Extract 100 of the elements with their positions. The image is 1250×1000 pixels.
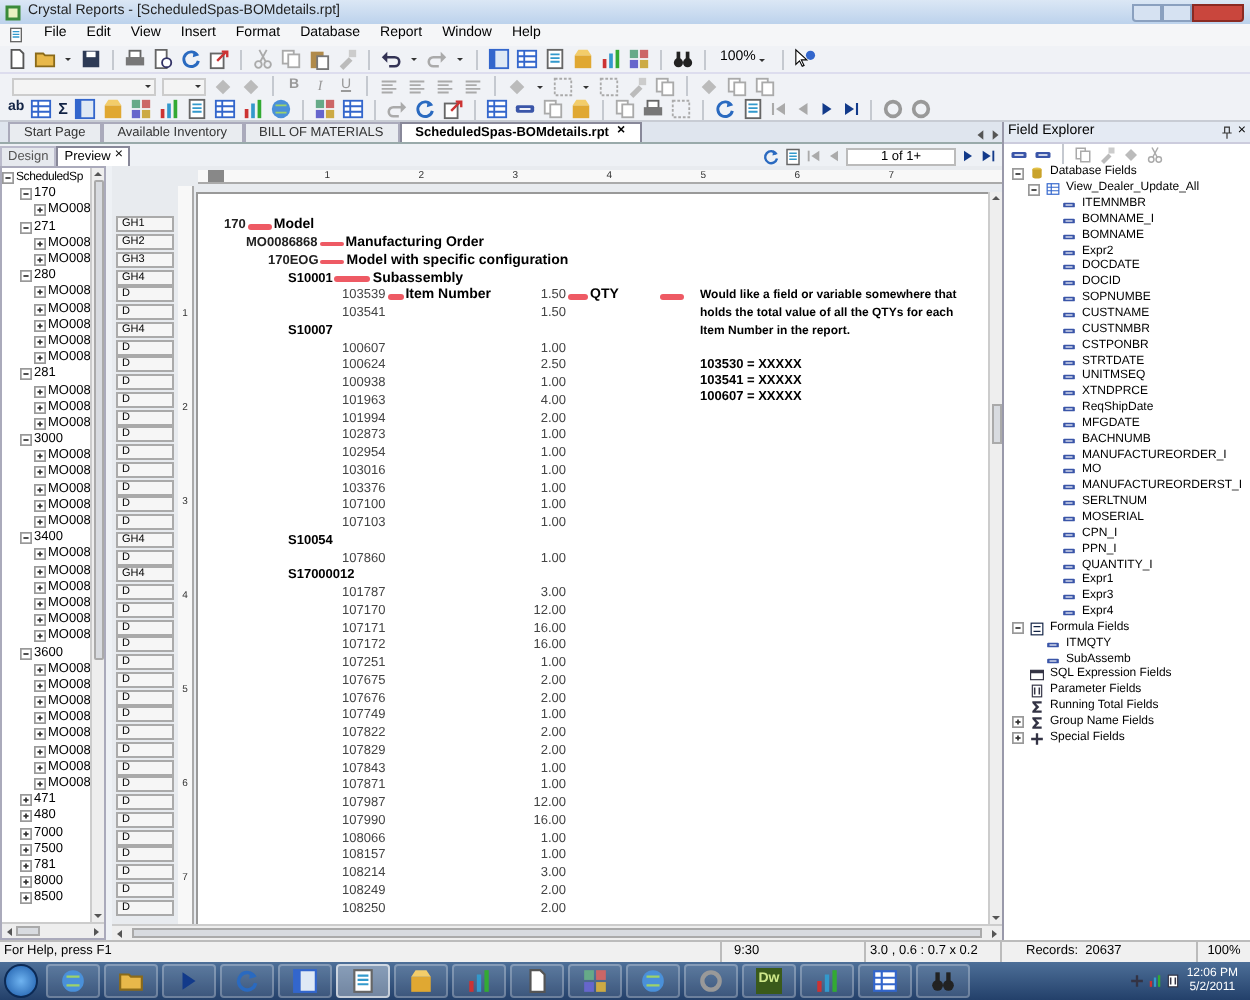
expand-toggle[interactable] (34, 614, 46, 627)
expand-toggle[interactable] (34, 565, 46, 578)
page-icon[interactable] (741, 98, 764, 120)
refresh-icon[interactable] (413, 98, 436, 120)
expand-toggle[interactable] (34, 778, 46, 791)
last-page-icon[interactable] (980, 148, 996, 164)
collapse-toggle[interactable] (20, 221, 32, 234)
expand-toggle[interactable] (34, 483, 46, 496)
font-name-field[interactable] (12, 77, 156, 95)
collapse-toggle[interactable] (20, 532, 32, 545)
expand-toggle[interactable] (34, 319, 46, 332)
taskbar-button[interactable] (104, 964, 158, 998)
page-icon[interactable] (544, 48, 566, 70)
collapse-toggle[interactable] (1012, 622, 1024, 635)
scroll-up-icon[interactable] (990, 192, 1002, 204)
scroll-thumb[interactable] (16, 926, 40, 936)
page-icon[interactable] (784, 147, 802, 165)
expand-toggle[interactable] (20, 794, 32, 807)
expand-toggle[interactable] (34, 581, 46, 594)
expand-toggle[interactable] (34, 679, 46, 692)
taskbar-button[interactable] (162, 964, 216, 998)
taskbar-button[interactable] (394, 964, 448, 998)
chart-icon[interactable] (241, 98, 264, 120)
printer-icon[interactable] (641, 98, 664, 120)
page-icon[interactable] (185, 98, 208, 120)
expand-toggle[interactable] (20, 827, 32, 840)
refresh-icon[interactable] (762, 147, 780, 165)
export-icon[interactable] (441, 98, 464, 120)
collapse-toggle[interactable] (20, 647, 32, 660)
scrollbar[interactable] (2, 922, 104, 938)
last-page-icon[interactable] (841, 100, 860, 118)
taskbar-button[interactable] (916, 964, 970, 998)
help-icon[interactable] (793, 48, 816, 70)
print-icon[interactable] (124, 48, 146, 70)
table-icon[interactable] (341, 98, 364, 120)
collapse-toggle[interactable] (1012, 167, 1024, 180)
expand-toggle[interactable] (34, 712, 46, 725)
scrollbar[interactable] (90, 168, 104, 922)
grid-icon[interactable] (129, 98, 152, 120)
print-preview-icon[interactable] (152, 48, 174, 70)
table-icon[interactable] (30, 98, 53, 120)
collapse-toggle[interactable] (20, 434, 32, 447)
collapse-toggle[interactable] (20, 270, 32, 283)
start-button[interactable] (4, 964, 38, 998)
expand-toggle[interactable] (34, 663, 46, 676)
taskbar-button[interactable] (568, 964, 622, 998)
expand-toggle[interactable] (34, 335, 46, 348)
expand-toggle[interactable] (34, 597, 46, 610)
expand-toggle[interactable] (20, 892, 32, 905)
taskbar-button[interactable] (278, 964, 332, 998)
expand-toggle[interactable] (20, 876, 32, 889)
expand-toggle[interactable] (34, 761, 46, 774)
refresh-icon[interactable] (713, 98, 736, 120)
expand-toggle[interactable] (34, 499, 46, 512)
scroll-thumb[interactable] (132, 928, 982, 938)
expand-toggle[interactable] (34, 728, 46, 741)
caret-icon[interactable] (142, 80, 154, 92)
panel-icon[interactable] (73, 98, 96, 120)
panel-icon[interactable] (488, 48, 510, 70)
taskbar-button[interactable] (626, 964, 680, 998)
expand-toggle[interactable] (34, 352, 46, 365)
paste-icon[interactable] (308, 48, 330, 70)
refresh-icon[interactable] (180, 48, 202, 70)
grid-icon[interactable] (313, 98, 336, 120)
expand-toggle[interactable] (34, 286, 46, 299)
taskbar-button[interactable] (46, 964, 100, 998)
expand-toggle[interactable] (1012, 732, 1024, 745)
chart-icon[interactable] (600, 48, 622, 70)
font-size-field[interactable] (162, 77, 206, 95)
expand-toggle[interactable] (34, 450, 46, 463)
expand-toggle[interactable] (34, 204, 46, 217)
chart-icon[interactable] (157, 98, 180, 120)
globe-icon[interactable] (269, 98, 292, 120)
summary-button[interactable]: Σ (58, 97, 68, 121)
collapse-toggle[interactable] (2, 172, 14, 185)
expand-toggle[interactable] (34, 466, 46, 479)
expand-toggle[interactable] (34, 696, 46, 709)
scroll-thumb[interactable] (93, 180, 103, 660)
expand-toggle[interactable] (34, 401, 46, 414)
expand-toggle[interactable] (34, 630, 46, 643)
table-icon[interactable] (213, 98, 236, 120)
ruler-marker[interactable] (208, 169, 224, 181)
taskbar-button[interactable] (336, 964, 390, 998)
collapse-toggle[interactable] (1028, 183, 1040, 196)
collapse-toggle[interactable] (20, 188, 32, 201)
expand-toggle[interactable] (34, 745, 46, 758)
scrollbar[interactable] (112, 924, 1002, 940)
expand-toggle[interactable] (34, 516, 46, 529)
export-icon[interactable] (208, 48, 230, 70)
collapse-toggle[interactable] (20, 368, 32, 381)
expand-toggle[interactable] (34, 548, 46, 561)
pin-icon[interactable] (1219, 125, 1234, 139)
scrollbar[interactable] (988, 192, 1002, 924)
expand-toggle[interactable] (34, 254, 46, 267)
stop-icon[interactable] (881, 98, 904, 120)
expand-toggle[interactable] (34, 417, 46, 430)
expand-toggle[interactable] (34, 385, 46, 398)
taskbar-button[interactable] (858, 964, 912, 998)
expand-toggle[interactable] (20, 859, 32, 872)
scroll-thumb[interactable] (991, 404, 1001, 444)
